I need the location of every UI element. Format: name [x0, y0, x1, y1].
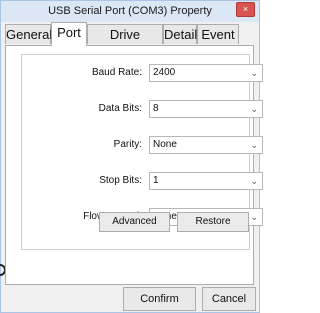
close-icon[interactable]: × [236, 2, 255, 17]
baud-rate-value: 2400 [153, 67, 176, 78]
stop-bits-label: Stop Bits: [99, 175, 142, 186]
chevron-down-icon: ⌄ [250, 68, 258, 78]
tab-strip: General Port Drive Program Detail Event [1, 22, 259, 62]
advanced-button[interactable]: Advanced [99, 212, 170, 232]
tab-general[interactable]: General [5, 24, 52, 44]
chevron-down-icon: ⌄ [250, 176, 258, 186]
parity-label: Parity: [113, 139, 142, 150]
parity-value: None [153, 139, 177, 150]
properties-window: USB Serial Port (COM3) Property × Genera… [0, 0, 263, 313]
baud-rate-label: Baud Rate: [91, 67, 142, 78]
data-bits-select[interactable]: 8 ⌄ [149, 100, 263, 118]
stop-bits-value: 1 [153, 175, 159, 186]
data-bits-value: 8 [153, 103, 159, 114]
chevron-down-icon: ⌄ [250, 104, 258, 114]
title-bar[interactable]: USB Serial Port (COM3) Property × [1, 1, 259, 22]
parity-select[interactable]: None ⌄ [149, 136, 263, 154]
baud-rate-select[interactable]: 2400 ⌄ [149, 64, 263, 82]
cancel-button[interactable]: Cancel [202, 287, 256, 311]
window-title: USB Serial Port (COM3) Property [48, 5, 212, 17]
chevron-down-icon: ⌄ [250, 140, 258, 150]
data-bits-label: Data Bits: [98, 103, 142, 114]
restore-button[interactable]: Restore [177, 212, 249, 232]
port-settings-panel: Baud Rate: 2400 ⌄ Data Bits: 8 ⌄ Parity:… [5, 45, 263, 285]
tab-drive-program[interactable]: Drive Program [87, 24, 163, 62]
tab-event[interactable]: Event [197, 24, 239, 44]
confirm-button[interactable]: Confirm [123, 287, 196, 311]
stop-bits-select[interactable]: 1 ⌄ [149, 172, 263, 190]
tab-port[interactable]: Port [51, 22, 87, 46]
tab-detail[interactable]: Detail [163, 24, 197, 44]
chevron-down-icon: ⌄ [250, 212, 258, 222]
